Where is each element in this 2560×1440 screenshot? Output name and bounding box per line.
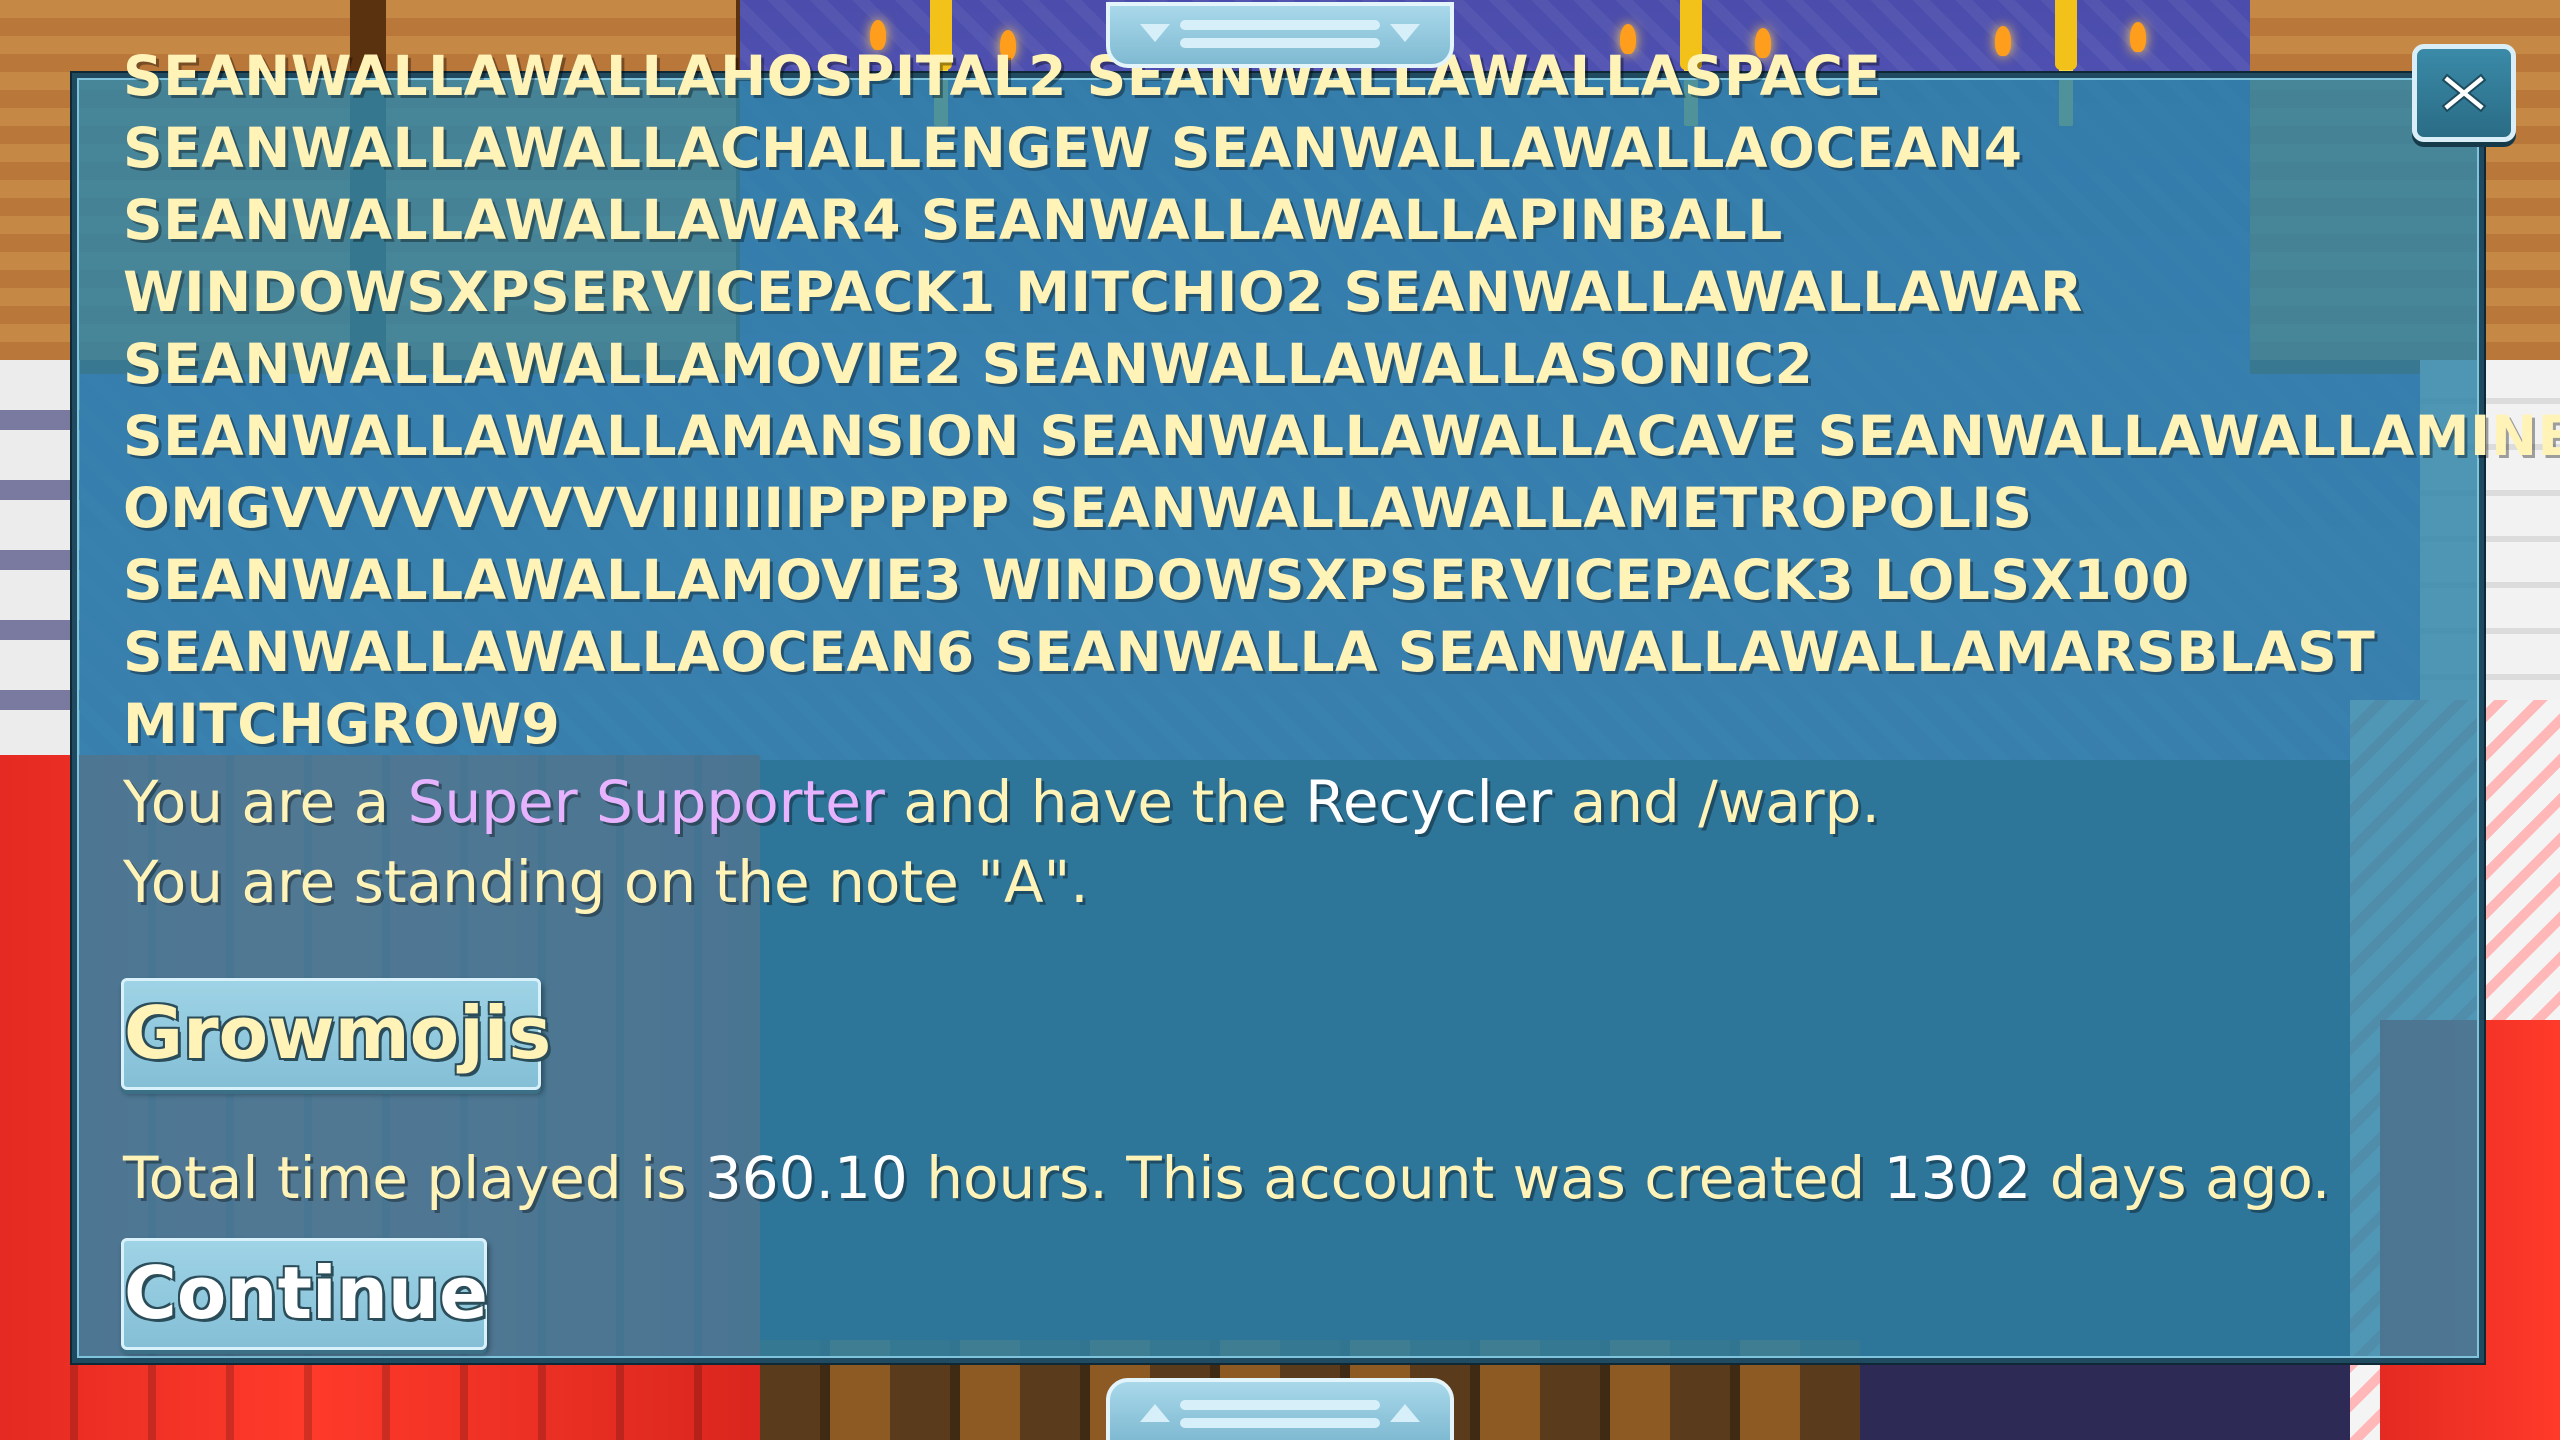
chevron-up-icon	[1140, 1404, 1170, 1422]
grip-line	[1180, 20, 1380, 30]
supporter-suffix: and /warp.	[1552, 768, 1880, 836]
account-age-days: 1302	[1883, 1144, 2032, 1212]
supporter-prefix: You are a	[123, 768, 408, 836]
hours-played: 360.10	[704, 1144, 908, 1212]
recycler-item: Recycler	[1305, 768, 1553, 836]
time-middle: hours. This account was created	[907, 1144, 1884, 1212]
world-list-line: SEANWALLAWALLAMANSION SEANWALLAWALLACAVE…	[123, 404, 2560, 468]
supporter-status-line: You are a Super Supporter and have the R…	[123, 762, 2443, 842]
world-list-line: MITCHGROW9	[123, 692, 561, 756]
dialog-text-area[interactable]: SEANWALLAWALLAHOSPITAL2 SEANWALLAWALLASP…	[123, 44, 2560, 922]
world-list-line: SEANWALLAWALLAMOVIE2 SEANWALLAWALLASONIC…	[123, 332, 1814, 396]
supporter-middle: and have the	[884, 768, 1306, 836]
scroll-down-handle[interactable]	[1106, 1378, 1454, 1440]
grip-line	[1180, 1400, 1380, 1410]
chevron-down-icon	[1140, 24, 1170, 42]
player-info-dialog: SEANWALLAWALLAHOSPITAL2 SEANWALLAWALLASP…	[72, 44, 2560, 1363]
time-prefix: Total time played is	[123, 1144, 705, 1212]
world-list: SEANWALLAWALLAHOSPITAL2 SEANWALLAWALLASP…	[123, 40, 2560, 760]
time-played-line: Total time played is 360.10 hours. This …	[123, 1138, 2330, 1218]
close-icon	[2441, 73, 2487, 113]
world-list-line: OMGVVVVVVVVVIIIIIIIPPPPP SEANWALLAWALLAM…	[123, 476, 2033, 540]
world-list-line: WINDOWSXPSERVICEPACK1 MITCHIO2 SEANWALLA…	[123, 260, 2083, 324]
grip-line	[1180, 38, 1380, 48]
stone-wall-left	[0, 360, 80, 760]
world-list-line: SEANWALLAWALLAOCEAN6 SEANWALLA SEANWALLA…	[123, 620, 2376, 684]
chevron-down-icon	[1390, 24, 1420, 42]
note-line: You are standing on the note "A".	[123, 848, 1089, 916]
scroll-up-handle[interactable]	[1106, 2, 1454, 68]
supporter-status: Super Supporter	[407, 768, 885, 836]
world-list-line: SEANWALLAWALLAMOVIE3 WINDOWSXPSERVICEPAC…	[123, 548, 2190, 612]
close-button[interactable]	[2412, 44, 2516, 142]
growmojis-button[interactable]: Growmojis	[121, 978, 551, 1090]
world-list-line: SEANWALLAWALLACHALLENGEW SEANWALLAWALLAO…	[123, 116, 2023, 180]
continue-button[interactable]: Continue	[121, 1238, 488, 1350]
world-list-line: SEANWALLAWALLAWAR4 SEANWALLAWALLAPINBALL	[123, 188, 1783, 252]
time-suffix: days ago.	[2031, 1144, 2331, 1212]
grip-line	[1180, 1418, 1380, 1428]
chevron-up-icon	[1390, 1404, 1420, 1422]
